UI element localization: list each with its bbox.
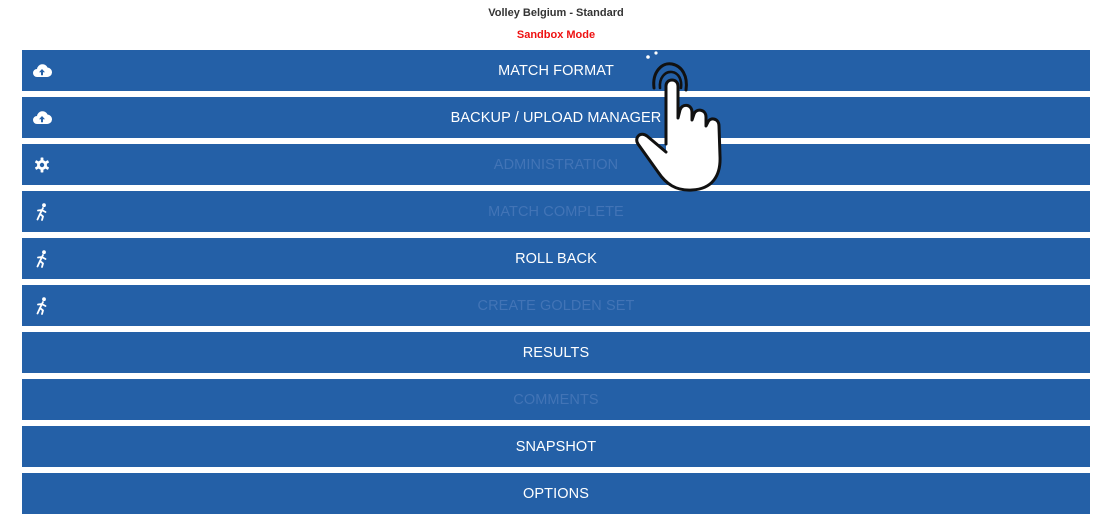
roll-back-label: ROLL BACK <box>515 250 597 267</box>
administration-button[interactable]: ADMINISTRATION <box>22 144 1090 185</box>
comments-button[interactable]: COMMENTS <box>22 379 1090 420</box>
cloud-upload-icon <box>32 61 52 81</box>
snapshot-label: SNAPSHOT <box>515 438 597 455</box>
running-person-icon <box>32 249 52 269</box>
app-title: Volley Belgium - Standard <box>488 7 624 19</box>
cloud-upload-icon <box>32 108 52 128</box>
running-person-icon <box>32 296 52 316</box>
backup-upload-manager-button[interactable]: BACKUP / UPLOAD MANAGER <box>22 97 1090 138</box>
match-complete-button[interactable]: MATCH COMPLETE <box>22 191 1090 232</box>
create-golden-set-label: CREATE GOLDEN SET <box>477 297 635 314</box>
snapshot-button[interactable]: SNAPSHOT <box>22 426 1090 467</box>
match-complete-label: MATCH COMPLETE <box>488 203 624 220</box>
sandbox-mode-label: Sandbox Mode <box>516 29 596 41</box>
options-label: OPTIONS <box>523 485 589 502</box>
main-menu: MATCH FORMAT BACKUP / UPLOAD MANAGER ADM… <box>22 50 1090 520</box>
running-person-icon <box>32 202 52 222</box>
comments-label: COMMENTS <box>513 391 599 408</box>
backup-upload-manager-label: BACKUP / UPLOAD MANAGER <box>450 109 662 126</box>
administration-label: ADMINISTRATION <box>493 156 619 173</box>
match-format-label: MATCH FORMAT <box>498 62 614 79</box>
header: Volley Belgium - Standard Sandbox Mode <box>0 0 1112 46</box>
results-label: RESULTS <box>522 344 590 361</box>
roll-back-button[interactable]: ROLL BACK <box>22 238 1090 279</box>
create-golden-set-button[interactable]: CREATE GOLDEN SET <box>22 285 1090 326</box>
results-button[interactable]: RESULTS <box>22 332 1090 373</box>
gear-icon <box>32 155 52 175</box>
options-button[interactable]: OPTIONS <box>22 473 1090 514</box>
match-format-button[interactable]: MATCH FORMAT <box>22 50 1090 91</box>
